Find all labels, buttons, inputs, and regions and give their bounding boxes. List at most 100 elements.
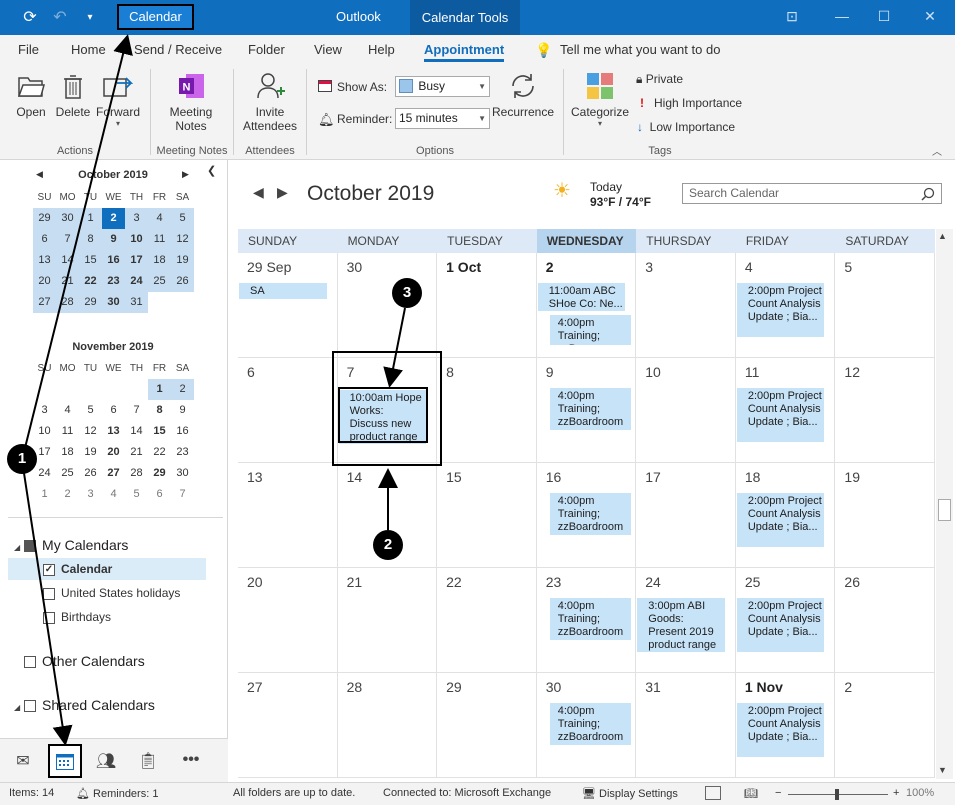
day-cell[interactable]: 22: [437, 568, 537, 673]
mini-day[interactable]: 10: [125, 229, 148, 250]
mini-day[interactable]: 21: [125, 442, 148, 463]
mini-day[interactable]: 18: [148, 250, 171, 271]
day-cell[interactable]: 30: [337, 253, 438, 358]
day-cell[interactable]: 29 Sep SA: [238, 253, 338, 358]
mini-day[interactable]: 12: [171, 229, 194, 250]
forward-dropdown-icon[interactable]: ▾: [96, 119, 140, 128]
mini-day[interactable]: 4: [148, 208, 171, 229]
mini-day[interactable]: 28: [56, 292, 79, 313]
mini-day[interactable]: 30: [102, 292, 125, 313]
ribbon-display-icon[interactable]: ⊡: [782, 8, 802, 28]
day-cell[interactable]: 19: [835, 463, 935, 568]
more-icon[interactable]: •••: [179, 751, 203, 771]
mini-day[interactable]: 2: [171, 379, 194, 400]
sync-icon[interactable]: ⟳: [20, 8, 40, 28]
display-settings-button[interactable]: 🖥︎ Display Settings: [582, 787, 678, 800]
calendar-event[interactable]: 4:00pm Training; zzBoardroom: [544, 703, 632, 745]
mini-day[interactable]: 9: [171, 400, 194, 421]
us-holidays-item[interactable]: United States holidays: [43, 586, 180, 600]
mini-day[interactable]: 8: [79, 229, 102, 250]
day-cell[interactable]: 31: [636, 673, 736, 778]
mini-day[interactable]: 31: [125, 292, 148, 313]
day-cell[interactable]: 21: [337, 568, 438, 673]
mini-day[interactable]: 13: [33, 250, 56, 271]
shared-calendars-group[interactable]: ◢ Shared Calendars: [14, 697, 155, 713]
day-cell[interactable]: 12: [835, 358, 935, 463]
day-cell[interactable]: 11 2:00pm Project Count Analysis Update ;…: [735, 358, 836, 463]
day-cell[interactable]: 25 2:00pm Project Count Analysis Update ;…: [735, 568, 836, 673]
mini-day[interactable]: 6: [33, 229, 56, 250]
people-icon[interactable]: 👥︎: [94, 751, 118, 771]
day-cell[interactable]: 29: [437, 673, 537, 778]
mini-day[interactable]: 4: [102, 484, 125, 505]
mini-day[interactable]: 12: [79, 421, 102, 442]
private-button[interactable]: 🔒︎ Private: [636, 72, 683, 87]
mini-day[interactable]: 16: [171, 421, 194, 442]
mini-day[interactable]: 19: [171, 250, 194, 271]
day-cell[interactable]: 24 3:00pm ABI Goods: Present 2019 product…: [636, 568, 736, 673]
scroll-up-icon[interactable]: ▲: [938, 231, 947, 241]
day-cell[interactable]: 8: [437, 358, 537, 463]
mini-day[interactable]: 20: [33, 271, 56, 292]
other-calendars-group[interactable]: Other Calendars: [24, 653, 145, 669]
mini-day[interactable]: 25: [56, 463, 79, 484]
mini-day[interactable]: 1: [79, 208, 102, 229]
normal-view-icon[interactable]: [705, 786, 721, 800]
day-cell[interactable]: 18 2:00pm Project Count Analysis Update ;…: [735, 463, 836, 568]
mail-icon[interactable]: ✉: [11, 751, 35, 771]
calendar-event[interactable]: 4:00pm Training; zzB...: [544, 315, 632, 345]
search-calendar-input[interactable]: Search Calendar: [682, 183, 942, 204]
calendar-event[interactable]: 2:00pm Project Count Analysis Update ; B…: [736, 283, 825, 337]
reminders-status[interactable]: 🔔︎ Reminders: 1: [76, 787, 158, 800]
mini-day[interactable]: 29: [79, 292, 102, 313]
day-cell[interactable]: 1 Oct: [437, 253, 537, 358]
reading-view-icon[interactable]: 📖︎: [744, 787, 758, 800]
day-cell[interactable]: 2: [835, 673, 935, 778]
day-cell[interactable]: 20: [238, 568, 338, 673]
mini-day[interactable]: 27: [33, 292, 56, 313]
mini-day[interactable]: 30: [56, 208, 79, 229]
day-cell[interactable]: 6: [238, 358, 338, 463]
mini-day[interactable]: 25: [148, 271, 171, 292]
mini-day[interactable]: 18: [56, 442, 79, 463]
calendar-event[interactable]: 4:00pm Training; zzBoardroom: [544, 493, 632, 535]
scroll-thumb[interactable]: [938, 499, 951, 521]
day-cell[interactable]: 10: [636, 358, 736, 463]
mini-day[interactable]: 7: [125, 400, 148, 421]
mini-day[interactable]: 21: [56, 271, 79, 292]
mini-day[interactable]: 19: [79, 442, 102, 463]
vertical-scrollbar[interactable]: ▲ ▼: [936, 229, 953, 779]
zoom-slider-thumb[interactable]: [835, 789, 839, 800]
day-cell[interactable]: 30 4:00pm Training; zzBoardroom: [536, 673, 637, 778]
my-calendars-group[interactable]: ◢ My Calendars: [14, 537, 128, 553]
calendar-nav-button[interactable]: [48, 744, 82, 778]
day-cell[interactable]: 2 11:00am ABC SHoe Co: Ne... 4:00pm Traini…: [536, 253, 637, 358]
calendar-folder-item[interactable]: ✓ Calendar: [43, 562, 112, 576]
tell-me-input[interactable]: Tell me what you want to do: [560, 42, 720, 57]
mini-day[interactable]: 24: [125, 271, 148, 292]
day-cell[interactable]: 17: [636, 463, 736, 568]
mini-day[interactable]: 24: [33, 463, 56, 484]
mini-day[interactable]: 5: [79, 400, 102, 421]
delete-button[interactable]: Delete: [55, 71, 91, 119]
mini-day[interactable]: 29: [33, 208, 56, 229]
calendar-event[interactable]: 4:00pm Training; zzBoardroom: [544, 598, 632, 640]
undo-icon[interactable]: ↶: [50, 8, 70, 28]
calendar-event[interactable]: 11:00am ABC SHoe Co: Ne...: [537, 283, 626, 311]
mini-day[interactable]: 6: [148, 484, 171, 505]
mini-day[interactable]: 15: [79, 250, 102, 271]
mini-day[interactable]: 11: [56, 421, 79, 442]
mini-day[interactable]: 1: [33, 484, 56, 505]
mini-day[interactable]: 14: [125, 421, 148, 442]
mini-day[interactable]: 26: [79, 463, 102, 484]
day-cell[interactable]: 3: [636, 253, 736, 358]
calendar-event[interactable]: 2:00pm Project Count Analysis Update ; B…: [736, 388, 825, 442]
scroll-down-icon[interactable]: ▼: [938, 765, 947, 775]
mini-day[interactable]: 26: [171, 271, 194, 292]
mini-day[interactable]: 20: [102, 442, 125, 463]
mini-day[interactable]: 6: [102, 400, 125, 421]
mini-day[interactable]: 5: [171, 208, 194, 229]
day-cell[interactable]: 13: [238, 463, 338, 568]
close-icon[interactable]: ✕: [920, 8, 940, 28]
mini-day[interactable]: 22: [148, 442, 171, 463]
